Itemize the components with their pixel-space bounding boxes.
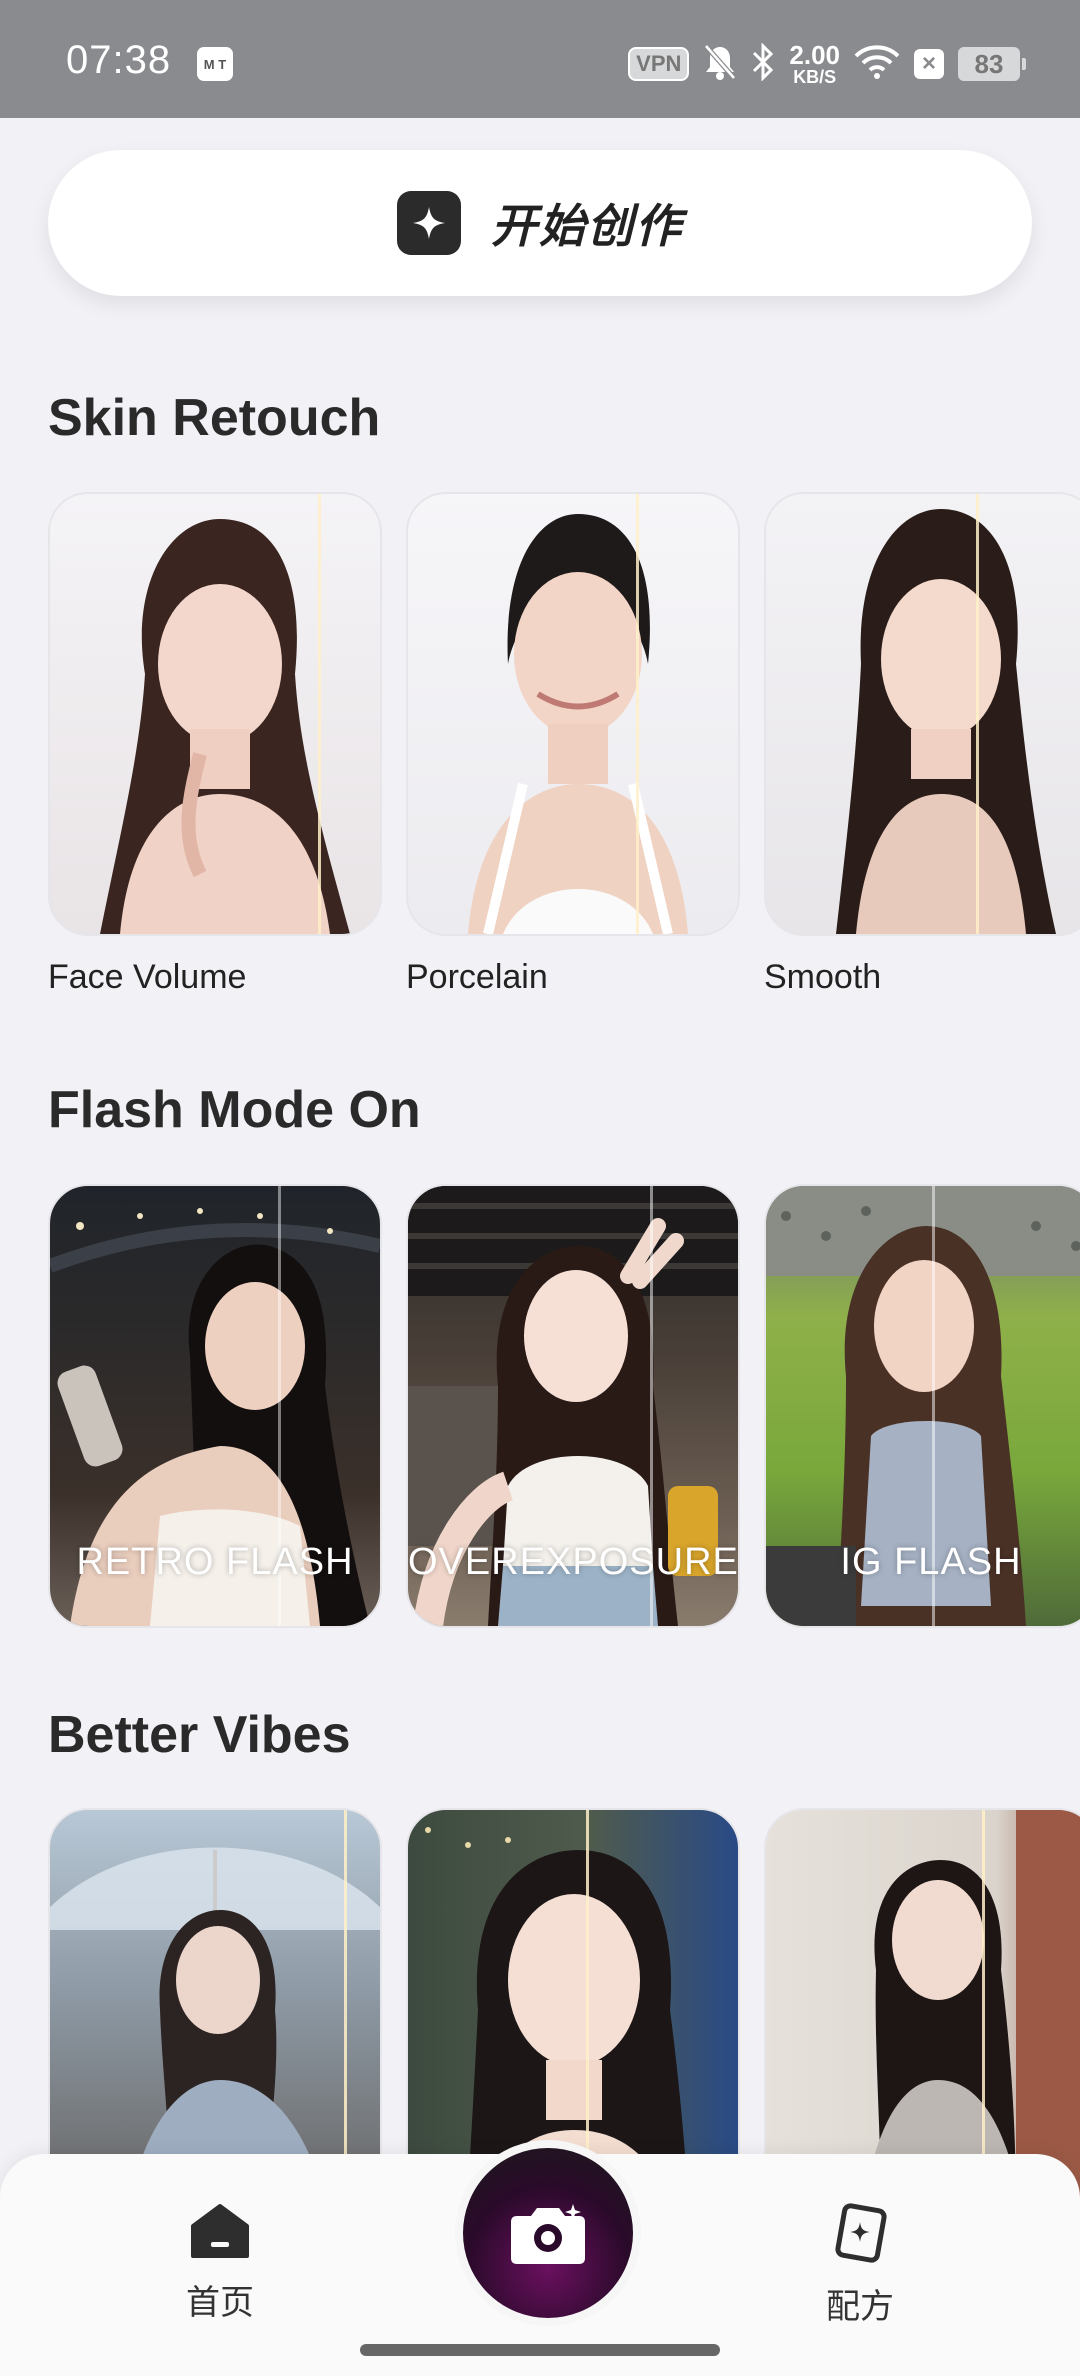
bluetooth-icon bbox=[751, 41, 775, 86]
portrait-image bbox=[468, 514, 688, 934]
section-title-flash-mode-on: Flash Mode On bbox=[48, 1081, 421, 1139]
recipe-card-icon bbox=[835, 2203, 887, 2263]
wifi-icon bbox=[854, 44, 900, 85]
vpn-badge: VPN bbox=[628, 47, 690, 81]
camera-icon bbox=[511, 2204, 585, 2264]
template-card-retro-flash[interactable]: RETRO FLASH bbox=[48, 1184, 382, 1628]
start-creating-button[interactable]: 开始创作 bbox=[48, 150, 1032, 296]
battery-indicator: 83 bbox=[958, 47, 1026, 81]
nav-label-recipe: 配方 bbox=[826, 2288, 894, 2326]
portrait-image bbox=[100, 519, 350, 934]
app-notification-icon: M T bbox=[197, 47, 233, 81]
nav-item-recipe[interactable]: 配方 bbox=[790, 2202, 930, 2328]
sparkle-icon bbox=[397, 191, 461, 255]
start-creating-label: 开始创作 bbox=[491, 200, 683, 252]
home-icon bbox=[191, 2204, 249, 2258]
template-card-face-volume[interactable] bbox=[48, 492, 382, 936]
portrait-image bbox=[836, 509, 1056, 934]
card-caption-smooth: Smooth bbox=[764, 958, 882, 996]
status-bar: 07:38 M T VPN 2.00 KB/S × 83 bbox=[0, 0, 1080, 118]
network-speed: 2.00 KB/S bbox=[789, 40, 840, 87]
status-icons: VPN 2.00 KB/S × 83 bbox=[628, 40, 1026, 88]
section-title-better-vibes: Better Vibes bbox=[48, 1706, 351, 1764]
section-title-skin-retouch: Skin Retouch bbox=[48, 389, 381, 447]
status-time: 07:38 bbox=[66, 38, 172, 82]
overlay-label-overexposure: OVEREXPOSURE bbox=[408, 1541, 739, 1583]
close-badge-icon: × bbox=[914, 49, 944, 79]
template-card-porcelain[interactable] bbox=[406, 492, 740, 936]
card-caption-face-volume: Face Volume bbox=[48, 958, 247, 996]
silent-bell-icon bbox=[703, 43, 737, 86]
home-indicator[interactable] bbox=[360, 2344, 720, 2356]
overlay-label-ig-flash: IG FLASH bbox=[840, 1541, 1022, 1583]
template-card-overexposure[interactable]: OVEREXPOSURE bbox=[406, 1184, 740, 1628]
card-caption-porcelain: Porcelain bbox=[406, 958, 548, 996]
nav-item-home[interactable]: 首页 bbox=[150, 2202, 290, 2324]
template-card-smooth[interactable] bbox=[764, 492, 1080, 936]
overlay-label-retro-flash: RETRO FLASH bbox=[76, 1541, 354, 1583]
template-card-ig-flash[interactable]: IG FLASH bbox=[764, 1184, 1080, 1628]
nav-label-home: 首页 bbox=[186, 2284, 254, 2322]
camera-button[interactable] bbox=[455, 2140, 641, 2326]
